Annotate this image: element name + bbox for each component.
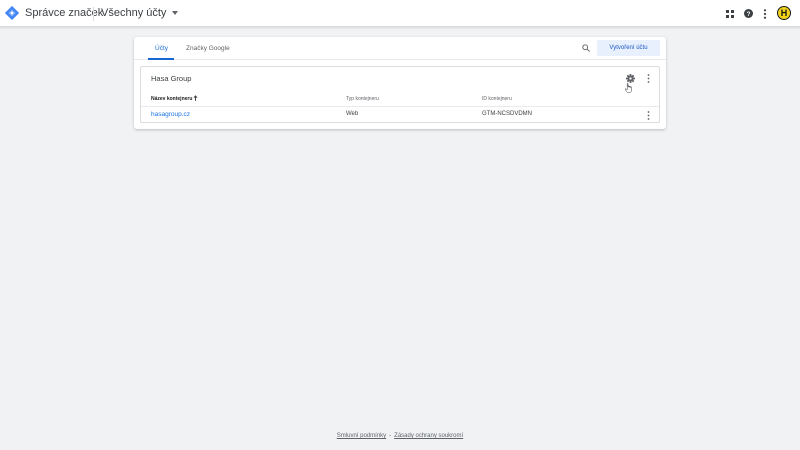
search-icon[interactable] [582,44,590,52]
tab-accounts[interactable]: Účty [155,45,168,52]
column-header-id[interactable]: ID kontejneru [482,96,512,102]
user-avatar[interactable]: H [777,6,791,20]
tab-bar: Účty Značky Google Vytvoření účtu [134,37,666,60]
account-card: Hasa Group Název kontejneru Typ kontejne… [140,66,660,123]
footer: Smluvní podmínky - Zásady ochrany soukromí [0,433,800,439]
active-tab-indicator [148,58,174,60]
account-selector-label: Všechny účty [101,7,167,19]
create-account-button[interactable]: Vytvoření účtu [597,40,660,56]
table-divider [141,106,659,107]
tab-google-tags[interactable]: Značky Google [186,45,230,52]
footer-separator: - [389,433,392,439]
account-name: Hasa Group [151,74,192,83]
apps-icon[interactable] [726,10,734,18]
pointer-cursor-icon [625,83,632,93]
accounts-card: Účty Značky Google Vytvoření účtu Hasa G… [134,37,666,129]
terms-link[interactable]: Smluvní podmínky [337,433,386,439]
top-app-bar: Správce značek Všechny účty ? H [0,0,800,27]
help-icon[interactable]: ? [744,9,753,18]
privacy-link[interactable]: Zásady ochrany soukromí [394,433,463,439]
row-more-icon[interactable] [647,111,650,120]
title-divider [93,7,94,21]
gear-icon[interactable] [626,74,635,83]
account-more-icon[interactable] [647,74,650,83]
account-selector[interactable]: Všechny účty [101,7,179,19]
app-title: Správce značek [25,7,104,19]
container-name-link[interactable]: hasagroup.cz [151,111,190,118]
container-type: Web [346,111,359,117]
column-header-name[interactable]: Název kontejneru [151,96,192,102]
sort-arrow-up-icon[interactable] [193,95,198,101]
tag-manager-logo-icon[interactable] [5,6,19,20]
svg-text:?: ? [747,11,751,18]
container-id: GTM-NCSDVDMN [482,111,532,117]
column-header-type[interactable]: Typ kontejneru [346,96,379,102]
more-vert-icon[interactable] [763,9,767,19]
dropdown-caret-icon [172,11,179,15]
